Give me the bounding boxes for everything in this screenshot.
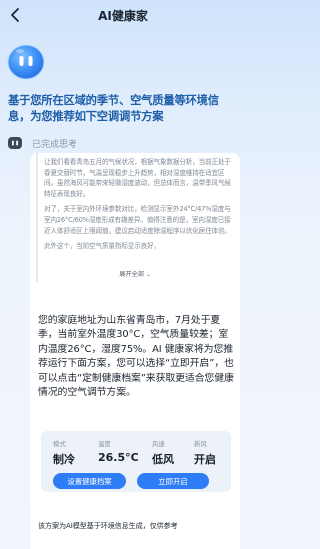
thinking-paragraph: 对了，关于室内外环境参数对比，检测显示室外24°C/47%湿度与室内26°C/6…	[44, 205, 231, 235]
temperature-value: 26.5°C	[98, 451, 139, 464]
thinking-status: 已完成思考	[32, 139, 78, 150]
fresh-air-value: 开启	[194, 453, 216, 466]
chevron-down-icon: ⌄	[146, 272, 151, 278]
page-title: AI健康家	[98, 8, 148, 23]
chevron-left-icon[interactable]	[8, 6, 24, 24]
fresh-air-label: 新风	[194, 440, 207, 448]
ac-settings-panel: 模式 制冷 温度 26.5°C 风速 低风 新风 开启 设置健康档案 立即开启	[41, 431, 231, 492]
disclaimer-text: 该方案为AI模型基于环境信息生成，仅供参考	[38, 521, 178, 530]
set-health-profile-button[interactable]: 设置健康档案	[53, 473, 126, 489]
robot-mascot-icon	[7, 44, 45, 80]
fan-speed-label: 风速	[152, 440, 165, 448]
fan-speed-value: 低风	[152, 453, 174, 466]
answer-text: 您的家庭地址为山东省青岛市，7月处于夏季，当前室外温度30°C，空气质量较差；室…	[38, 315, 234, 399]
mode-value: 制冷	[53, 453, 75, 466]
expand-all-label: 展开全部	[119, 271, 145, 278]
thinking-header: 已完成思考	[7, 135, 77, 151]
fresh-air-metric: 新风 开启	[194, 439, 216, 467]
thinking-content: 让我们看看青岛五月的气候状况，根据气象数据分析，当前正处于春夏交替时节，气温呈现…	[36, 153, 234, 282]
mode-metric: 模式 制冷	[53, 439, 75, 467]
temperature-label: 温度	[98, 440, 111, 448]
temperature-metric: 温度 26.5°C	[98, 439, 139, 464]
mode-label: 模式	[53, 440, 66, 448]
thinking-paragraph: 让我们看看青岛五月的气候状况，根据气象数据分析，当前正处于春夏交替时节，气温呈现…	[44, 158, 231, 198]
recommendation-headline: 基于您所在区域的季节、空气质量等环境信息，为您推荐如下空调调节方案	[8, 94, 219, 123]
navigation-bar: AI健康家	[0, 4, 246, 26]
robot-icon	[8, 137, 22, 149]
expand-all-button[interactable]: 展开全部 ⌄	[30, 269, 240, 278]
fan-speed-metric: 风速 低风	[152, 439, 174, 467]
answer-card: 让我们看看青岛五月的气候状况，根据气象数据分析，当前正处于春夏交替时节，气温呈现…	[30, 153, 240, 549]
start-now-button[interactable]: 立即开启	[137, 473, 209, 489]
